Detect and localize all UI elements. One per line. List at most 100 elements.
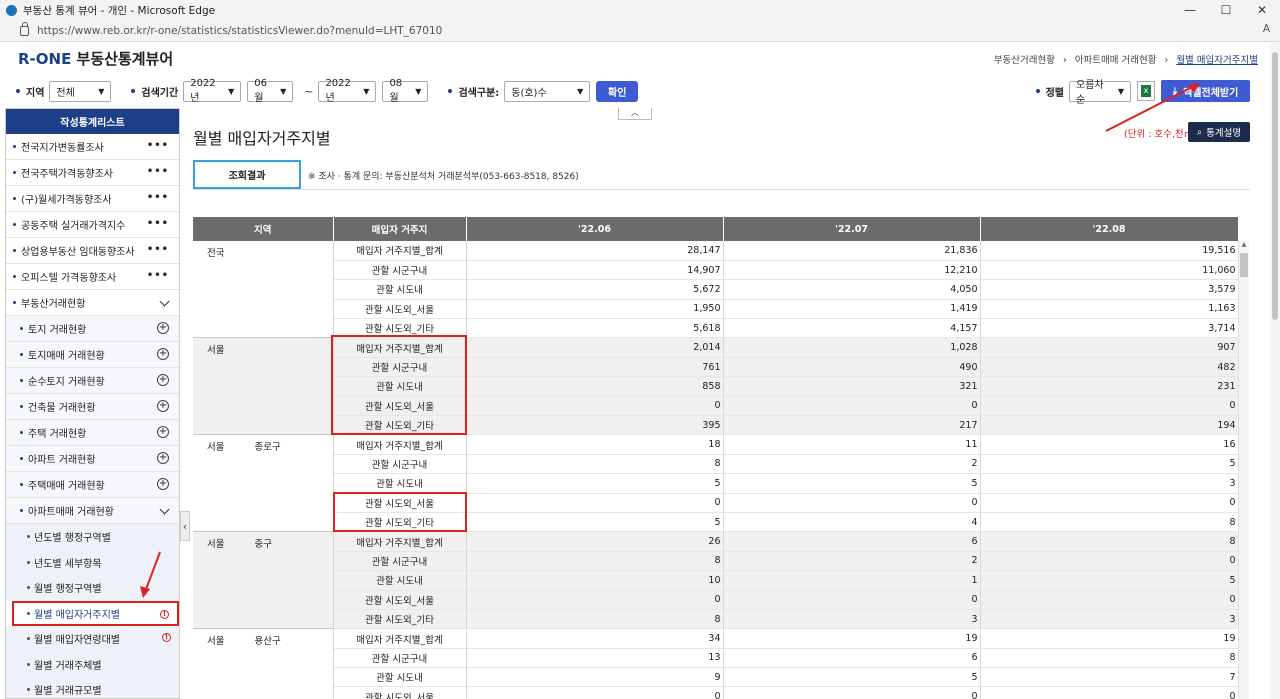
filter-bar: 지역 전체 ▼ 검색기간 2022년 ▼ 06월 ▼ ~ 2022년 ▼ 08월 ▼ 검색… (0, 74, 1280, 108)
value-cell: 0 (723, 493, 981, 513)
sidebar-item[interactable]: 전국주택가격동향조사 ••• (6, 160, 179, 186)
collapse-filter-button[interactable]: ︿ (618, 108, 652, 120)
sidebar-leaf-item[interactable]: 월별 거래주체별 (6, 651, 179, 677)
value-cell: 0 (980, 590, 1239, 610)
value-cell: 2,014 (466, 337, 724, 358)
residence-cell: 관할 시도내 (333, 570, 467, 591)
page-scroll-thumb[interactable] (1272, 52, 1278, 320)
excel-download-button[interactable]: ⤓ 엑셀전체받기 (1161, 80, 1250, 102)
sidebar-sub-item[interactable]: 주택 거래현황 + (6, 420, 179, 446)
info-icon[interactable]: ! (162, 633, 171, 642)
col-header[interactable]: 매입자 거주지 (333, 217, 467, 241)
plus-circle-icon[interactable]: + (157, 374, 169, 386)
breadcrumb-item[interactable]: 부동산거래현황 (994, 55, 1055, 66)
plus-circle-icon[interactable]: + (157, 322, 169, 334)
sidebar-leaf-item[interactable]: 년도별 세부항목 (6, 549, 179, 575)
sort-area: 정렬 오름차순 ▼ x ⤓ 엑셀전체받기 (1036, 80, 1250, 106)
value-cell: 0 (723, 686, 981, 699)
col-header[interactable]: '22.06 (466, 217, 724, 241)
start-year-select[interactable]: 2022년 ▼ (183, 78, 242, 104)
plus-circle-icon[interactable]: + (157, 426, 169, 438)
stat-description-button[interactable]: ⌕ 통계설명 (1188, 122, 1250, 142)
table-scrollbar[interactable]: ▲ (1238, 241, 1249, 699)
sidebar-leaf-item[interactable]: 월별 거래규모별 (6, 677, 179, 698)
sidebar-section-real-estate[interactable]: 부동산거래현황 (6, 290, 179, 316)
type-select[interactable]: 동(호)수 ▼ (504, 80, 591, 102)
scroll-thumb[interactable] (1240, 253, 1248, 277)
sidebar-item[interactable]: 오피스텔 가격동향조사 ••• (6, 264, 179, 290)
page-scrollbar[interactable] (1270, 42, 1280, 699)
residence-cell: 관할 시군구내 (333, 454, 467, 475)
sidebar-sub-item[interactable]: 건축물 거래현황 + (6, 394, 179, 420)
more-icon[interactable]: ••• (147, 140, 169, 151)
sidebar-sub-item[interactable]: 주택매매 거래현황 + (6, 472, 179, 498)
sidebar-item[interactable]: 전국지가변동률조사 ••• (6, 134, 179, 160)
confirm-button[interactable]: 확인 (596, 80, 639, 102)
sidebar-collapse-button[interactable]: ‹ (180, 511, 190, 541)
sidebar-item[interactable]: 공동주택 실거래가격지수 ••• (6, 212, 179, 238)
url-text[interactable]: https://www.reb.or.kr/r-one/statistics/s… (37, 25, 442, 37)
sidebar-item[interactable]: 상업용부동산 임대동향조사 ••• (6, 238, 179, 264)
caret-down-icon: ▼ (577, 86, 584, 96)
start-month-select[interactable]: 06월 ▼ (247, 78, 294, 104)
residence-cell: 관할 시군구내 (333, 551, 467, 572)
plus-circle-icon[interactable]: + (157, 400, 169, 412)
value-cell: 8 (466, 609, 724, 630)
value-cell: 3,714 (980, 318, 1239, 339)
maximize-button[interactable]: ☐ (1208, 0, 1244, 20)
plus-circle-icon[interactable]: + (157, 478, 169, 490)
read-aloud-icon[interactable]: A (1263, 23, 1270, 35)
plus-circle-icon[interactable]: + (157, 452, 169, 464)
region-cell: 서울 (193, 337, 334, 436)
end-month-select[interactable]: 08월 ▼ (382, 78, 429, 104)
value-cell: 8 (466, 454, 724, 475)
excel-icon-button[interactable]: x (1137, 81, 1155, 101)
window-title: 부동산 통계 뷰어 - 개인 - Microsoft Edge (23, 4, 216, 17)
residence-cell: 관할 시군구내 (333, 648, 467, 669)
type-label: 검색구분: (448, 84, 499, 99)
table-row: 관할 시도외_서울 1,950 1,419 1,163 (193, 299, 1239, 320)
sidebar-sub-item[interactable]: 토지 거래현황 + (6, 316, 179, 342)
col-header[interactable]: '22.08 (980, 217, 1239, 241)
more-icon[interactable]: ••• (147, 218, 169, 229)
sidebar-item[interactable]: (구)월세가격동향조사 ••• (6, 186, 179, 212)
site-logo[interactable]: R-ONE 부동산통계뷰어 (18, 48, 173, 69)
region-cell: 서울 용산구 (193, 628, 334, 699)
minimize-button[interactable]: — (1172, 0, 1208, 20)
window-titlebar: 부동산 통계 뷰어 - 개인 - Microsoft Edge — ☐ ✕ (0, 0, 1280, 20)
sidebar-leaf-item-active[interactable]: 월별 매입자거주지별! (12, 600, 179, 626)
close-button[interactable]: ✕ (1244, 0, 1280, 20)
value-cell: 0 (980, 396, 1239, 417)
more-icon[interactable]: ••• (147, 270, 169, 281)
breadcrumb-current[interactable]: 월별 매입자거주지별 (1176, 55, 1258, 66)
end-year-select[interactable]: 2022년 ▼ (318, 78, 377, 104)
sidebar-sub-item[interactable]: 토지매매 거래현황 + (6, 342, 179, 368)
table-row: 관할 시도내 10 1 5 (193, 570, 1239, 591)
sidebar-leaf-item[interactable]: 월별 매입자연령대별! (6, 626, 179, 652)
excel-icon: x (1141, 85, 1151, 97)
region-select[interactable]: 전체 ▼ (49, 80, 112, 102)
scroll-up-icon[interactable]: ▲ (1239, 241, 1249, 251)
value-cell: 3 (980, 609, 1239, 630)
plus-circle-icon[interactable]: + (157, 348, 169, 360)
col-header[interactable]: 지역 (193, 217, 334, 241)
sort-select[interactable]: 오름차순 ▼ (1069, 80, 1131, 106)
sidebar-sub-item-apartment-sales[interactable]: 아파트매매 거래현황 (6, 498, 179, 524)
more-icon[interactable]: ••• (147, 192, 169, 203)
value-cell: 34 (466, 628, 724, 649)
col-header[interactable]: '22.07 (723, 217, 981, 241)
breadcrumb-item[interactable]: 아파트매매 거래현황 (1075, 55, 1157, 66)
info-icon[interactable]: ! (160, 609, 169, 619)
value-cell: 5 (723, 473, 981, 494)
sidebar-leaf-item[interactable]: 월별 행정구역별 (6, 575, 179, 601)
address-bar[interactable]: https://www.reb.or.kr/r-one/statistics/s… (0, 20, 1280, 42)
more-icon[interactable]: ••• (147, 244, 169, 255)
sidebar-sub-item[interactable]: 아파트 거래현황 + (6, 446, 179, 472)
value-cell: 490 (723, 357, 981, 378)
sidebar-leaf-item[interactable]: 년도별 행정구역별 (6, 524, 179, 550)
table-row: 관할 시도내 9 5 7 (193, 667, 1239, 688)
value-cell: 19 (723, 628, 981, 649)
sidebar-sub-item[interactable]: 순수토지 거래현황 + (6, 368, 179, 394)
more-icon[interactable]: ••• (147, 166, 169, 177)
tab-results[interactable]: 조회결과 (193, 160, 301, 189)
